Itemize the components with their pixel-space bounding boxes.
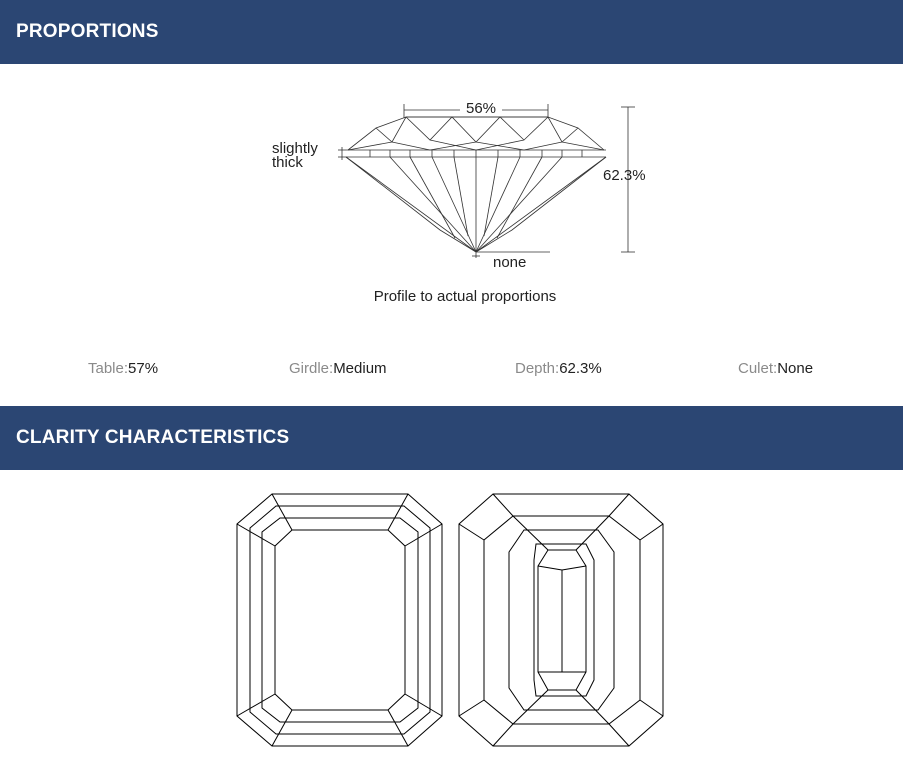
proportions-header: PROPORTIONS (0, 0, 903, 64)
depth-percent-label: 62.3% (603, 167, 646, 184)
stat-table-value: 57% (128, 360, 159, 377)
stat-culet-label: Culet: (738, 360, 778, 377)
stat-depth: Depth:62.3% (515, 360, 602, 377)
proportion-stats: Table:57% Girdle:Medium Depth:62.3% Cule… (0, 360, 903, 380)
clarity-title: CLARITY CHARACTERISTICS (16, 427, 290, 448)
stat-depth-value: 62.3% (559, 360, 602, 377)
stat-culet-value: None (777, 360, 814, 377)
profile-caption: Profile to actual proportions (374, 288, 557, 305)
table-percent-label: 56% (466, 100, 496, 117)
stat-girdle-label: Girdle: (289, 360, 334, 377)
girdle-thickness-label-line2: thick (272, 154, 303, 171)
crown-view (236, 493, 443, 747)
stat-culet: Culet:None (738, 360, 813, 377)
emerald-cut-plot-diagram (236, 493, 664, 747)
proportions-title: PROPORTIONS (16, 21, 159, 42)
culet-label: none (493, 254, 526, 271)
stat-table-label: Table: (88, 360, 129, 377)
crown-outline (347, 116, 605, 151)
stat-depth-label: Depth: (515, 360, 560, 377)
stat-girdle-value: Medium (333, 360, 387, 377)
stat-table: Table:57% (88, 360, 158, 377)
stat-girdle: Girdle:Medium (289, 360, 387, 377)
clarity-header: CLARITY CHARACTERISTICS (0, 406, 903, 470)
diamond-profile-diagram: 56% slightly thick 62.3% none Profile to… (272, 100, 646, 305)
pavilion-view (458, 493, 664, 747)
